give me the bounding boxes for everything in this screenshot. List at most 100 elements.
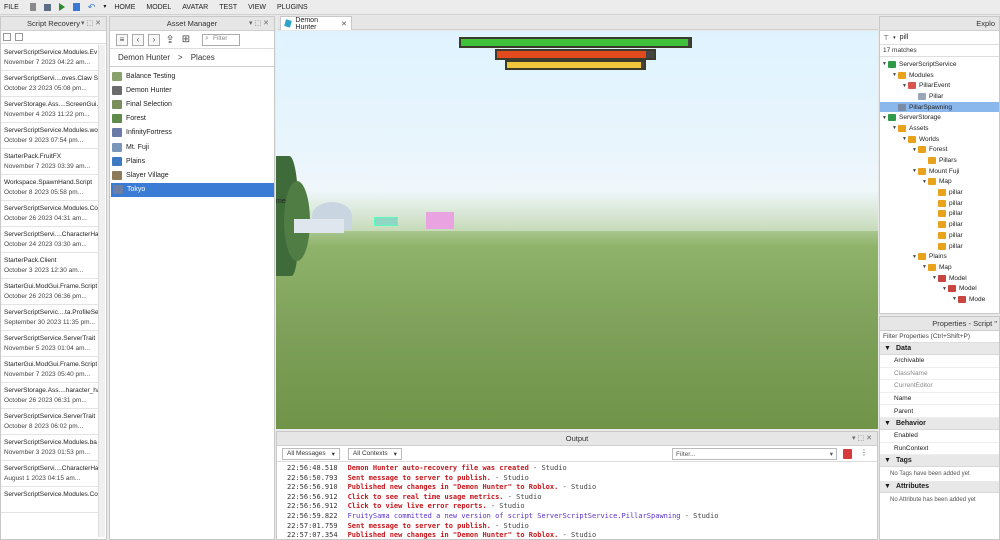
property-row[interactable]: RunContext: [880, 443, 999, 456]
panel-controls[interactable]: ▾⬚✕: [81, 19, 103, 27]
section-attributes[interactable]: ▼ Attributes: [880, 481, 999, 494]
tree-node[interactable]: ▼ Worlds: [880, 134, 999, 145]
output-line[interactable]: 22:56:59.822 FruitySama committed a new v…: [287, 512, 877, 522]
property-row[interactable]: Enabled: [880, 430, 999, 443]
dropdown-arrow-icon[interactable]: ▾: [103, 3, 106, 12]
tree-node[interactable]: Pillars: [880, 155, 999, 166]
property-row[interactable]: Archivable: [880, 355, 999, 368]
property-row[interactable]: Parent: [880, 405, 999, 418]
tree-node[interactable]: ▼ Map: [880, 262, 999, 273]
recovery-item[interactable]: StarterPack.FruitFX November 7 2023 03:39…: [1, 149, 99, 175]
clear-output-icon[interactable]: [843, 449, 852, 459]
close-icon[interactable]: ✕: [341, 20, 347, 28]
property-row[interactable]: Name: [880, 393, 999, 406]
output-line[interactable]: 22:56:50.793 Sent message to server to pu…: [287, 474, 877, 484]
section-data[interactable]: ▼ Data: [880, 343, 999, 355]
tree-node[interactable]: ▼ ServerStorage: [880, 112, 999, 123]
tree-node[interactable]: ▼ Assets: [880, 123, 999, 134]
asset-item[interactable]: Slayer Village: [110, 168, 274, 182]
tree-node[interactable]: pillar: [880, 230, 999, 241]
output-line[interactable]: 22:56:56.910 Published new changes in "De…: [287, 483, 877, 493]
new-file-icon[interactable]: [29, 3, 36, 11]
tree-node[interactable]: ▼ Forest: [880, 145, 999, 156]
model-menu[interactable]: MODEL: [146, 4, 171, 11]
tree-node[interactable]: ▼ Mount Fuji: [880, 166, 999, 177]
tree-node[interactable]: ▼ Model: [880, 283, 999, 294]
asset-item[interactable]: Final Selection: [110, 97, 274, 111]
recovery-item[interactable]: ServerScriptServi....oves.Claw Sk October…: [1, 71, 99, 97]
recovery-item[interactable]: ServerScriptServi....CharacterHa October …: [1, 227, 99, 253]
asset-item[interactable]: Mt. Fuji: [110, 140, 274, 154]
contexts-dropdown[interactable]: All Contexts ▾: [347, 447, 402, 460]
plugins-menu[interactable]: PLUGINS: [277, 4, 308, 11]
output-line[interactable]: 22:57:01.759 Sent message to server to pu…: [287, 522, 877, 532]
property-row[interactable]: CurrentEditor: [880, 380, 999, 393]
section-behavior[interactable]: ▼ Behavior: [880, 417, 999, 430]
view-menu[interactable]: VIEW: [248, 4, 266, 11]
recovery-item[interactable]: ServerScriptServic....ta.ProfileSe Septem…: [1, 305, 99, 331]
recovery-item[interactable]: ServerScriptServi....CharacterHa August 1…: [1, 461, 99, 487]
output-line[interactable]: 22:56:56.912 Click to see real time usage…: [287, 493, 877, 503]
recovery-item[interactable]: ServerScriptService.ServerTrait November …: [1, 331, 99, 357]
save-icon[interactable]: [43, 3, 51, 11]
chevron-down-icon[interactable]: ▾: [893, 35, 896, 41]
tree-node[interactable]: ▼ ServerScriptService: [880, 59, 999, 70]
upload-icon[interactable]: ⇪: [164, 34, 176, 46]
asset-item[interactable]: Forest: [110, 112, 274, 126]
grid-view-icon[interactable]: [15, 33, 23, 41]
forward-icon[interactable]: ›: [148, 33, 160, 46]
tree-node[interactable]: ▼ PillarEvent: [880, 80, 999, 91]
home-menu[interactable]: HOME: [114, 4, 135, 11]
output-line[interactable]: 22:57:07.354 Published new changes in "De…: [287, 531, 877, 539]
recovery-item[interactable]: StarterPack.Client October 3 2023 12:30 a…: [1, 253, 99, 279]
asset-item[interactable]: Tokyo: [111, 182, 274, 197]
output-filter-input[interactable]: Filter... ▾: [672, 448, 837, 460]
undo-icon[interactable]: ↶: [88, 2, 96, 12]
tree-node[interactable]: ▼ Mode: [880, 294, 999, 305]
grid-view-icon[interactable]: ⊞: [180, 34, 192, 46]
tree-node[interactable]: ▼ Plains: [880, 251, 999, 262]
run-icon[interactable]: [58, 3, 65, 11]
more-icon[interactable]: ⋮: [860, 448, 868, 457]
recovery-item[interactable]: StarterGui.ModGui.Frame.Script November 7…: [1, 357, 99, 383]
recovery-item[interactable]: ServerScriptService.ServerTrait October 8…: [1, 409, 99, 435]
asset-item[interactable]: Plains: [110, 154, 274, 168]
asset-item[interactable]: Balance Testing: [110, 69, 274, 83]
tree-node[interactable]: pillar: [880, 241, 999, 252]
recovery-item[interactable]: ServerStorage.Ass....haracter_ha October …: [1, 383, 99, 409]
recovery-item[interactable]: ServerStorage.Ass....ScreenGui.S November…: [1, 97, 99, 123]
game-viewport[interactable]: me: [276, 31, 878, 429]
section-tags[interactable]: ▼ Tags: [880, 455, 999, 468]
recovery-item[interactable]: ServerScriptService.Modules.ba November 3…: [1, 435, 99, 461]
menu-icon[interactable]: ≡: [116, 33, 128, 46]
tree-node[interactable]: Pillar: [880, 91, 999, 102]
explorer-filter[interactable]: ⊤ ▾ pill: [880, 31, 999, 45]
properties-filter-input[interactable]: Filter Properties (Ctrl+Shift+P): [880, 331, 999, 343]
avatar-menu[interactable]: AVATAR: [182, 4, 208, 11]
property-row[interactable]: ClassName: [880, 368, 999, 381]
recovery-item[interactable]: ServerScriptService.Modules.Co October 26…: [1, 201, 99, 227]
tree-node[interactable]: ▼ Model: [880, 273, 999, 284]
output-line[interactable]: 22:56:56.912 Click to view live error rep…: [287, 502, 877, 512]
tree-node[interactable]: PillarSpawning: [880, 101, 999, 113]
tree-node[interactable]: pillar: [880, 209, 999, 220]
back-icon[interactable]: ‹: [132, 33, 144, 46]
tree-node[interactable]: pillar: [880, 198, 999, 209]
recovery-item[interactable]: StarterGui.ModGui.Frame.Script October 26…: [1, 279, 99, 305]
panel-controls[interactable]: ▾⬚✕: [249, 19, 271, 27]
tree-node[interactable]: ▼ Map: [880, 177, 999, 188]
asset-filter-input[interactable]: ⌕ Filter: [202, 33, 240, 46]
recovery-item[interactable]: ServerScriptService.Modules.Ev November 7…: [1, 45, 99, 71]
publish-icon[interactable]: [72, 3, 80, 11]
recovery-item[interactable]: ServerScriptService.Modules.wo October 9 …: [1, 123, 99, 149]
panel-controls[interactable]: ▾⬚✕: [852, 434, 874, 442]
tab-demon-hunter[interactable]: Demon Hunter ✕: [280, 16, 352, 31]
tree-node[interactable]: ▼ Modules: [880, 70, 999, 81]
list-view-icon[interactable]: [3, 33, 11, 41]
recovery-item[interactable]: Workspace.SpawnHand.Script October 8 2023…: [1, 175, 99, 201]
recovery-scrollbar[interactable]: [98, 45, 105, 537]
output-line[interactable]: 22:56:48.518 Demon Hunter auto-recovery f…: [287, 464, 877, 474]
messages-dropdown[interactable]: All Messages ▾: [282, 447, 340, 460]
breadcrumb-root[interactable]: Demon Hunter: [118, 53, 170, 62]
filter-icon[interactable]: ⊤: [883, 34, 889, 42]
